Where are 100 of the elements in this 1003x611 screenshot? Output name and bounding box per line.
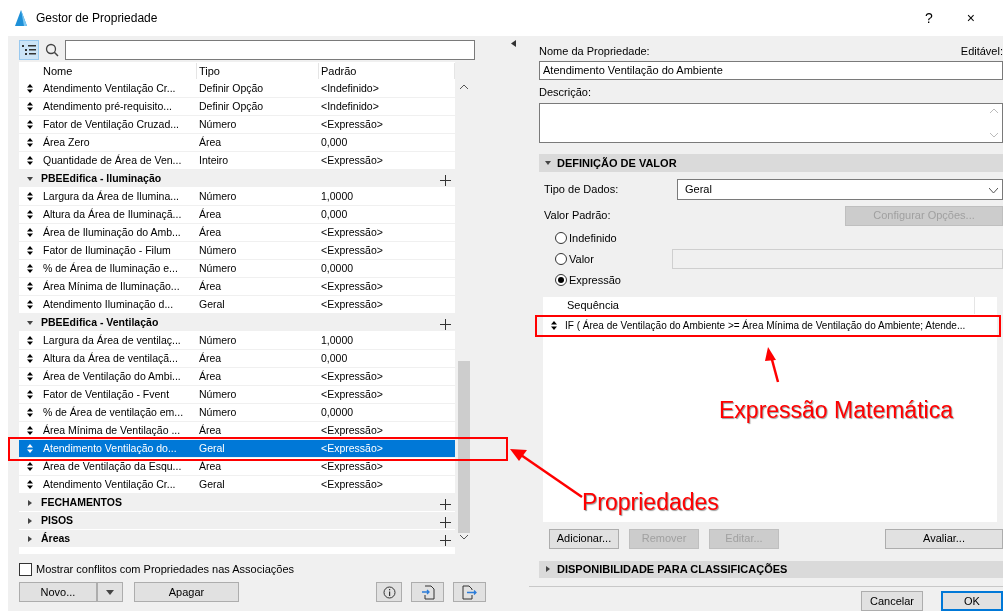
- property-name: Largura da Área de ventilaç...: [42, 332, 182, 348]
- property-type: Número: [198, 332, 238, 348]
- column-header[interactable]: Tipo: [197, 62, 319, 80]
- reorder-icon[interactable]: [27, 264, 33, 273]
- property-type: Área: [198, 422, 223, 438]
- sequence-row[interactable]: IF ( Área de Ventilação do Ambiente >= Área Mínima de Ventilação do Ambiente; Atende...: [543, 316, 997, 335]
- reorder-icon[interactable]: [27, 210, 33, 219]
- reorder-icon[interactable]: [27, 408, 33, 417]
- reorder-icon[interactable]: [27, 480, 33, 489]
- property-row[interactable]: Área de Iluminação do Amb... Área <Expressão>: [19, 224, 455, 242]
- property-row[interactable]: Fator de Iluminação - Filum Número <Expressão>: [19, 242, 455, 260]
- evaluate-button[interactable]: Avaliar...: [885, 528, 1003, 549]
- reorder-icon[interactable]: [27, 390, 33, 399]
- value-field[interactable]: [671, 249, 1003, 269]
- add-icon[interactable]: [439, 516, 451, 528]
- property-row[interactable]: Atendimento Ventilação do... Geral <Expressão>: [19, 440, 455, 458]
- property-row[interactable]: Área Mínima de Iluminação... Área <Expressão>: [19, 278, 455, 296]
- radio-button[interactable]: [555, 232, 567, 244]
- collapsed-icon[interactable]: [27, 499, 33, 506]
- reorder-icon[interactable]: [27, 372, 33, 381]
- property-default: <Expressão>: [320, 278, 384, 294]
- section-header[interactable]: DISPONIBILIDADE PARA CLASSIFICAÇÕES: [539, 560, 1003, 578]
- reorder-icon[interactable]: [27, 300, 33, 309]
- collapsed-icon[interactable]: [27, 517, 33, 524]
- dropdown-button[interactable]: [97, 582, 123, 602]
- reorder-icon[interactable]: [27, 426, 33, 435]
- reorder-icon[interactable]: [27, 138, 33, 147]
- export-icon[interactable]: [453, 582, 486, 602]
- radio-label: Expressão: [569, 272, 621, 288]
- property-row[interactable]: Largura da Área de ventilaç... Número 1,0000: [19, 332, 455, 350]
- reorder-icon[interactable]: [27, 156, 33, 165]
- add-button[interactable]: Adicionar...: [549, 528, 619, 549]
- property-row[interactable]: % de Área de ventilação em... Número 0,0000: [19, 404, 455, 422]
- reorder-icon[interactable]: [27, 228, 33, 237]
- collapsed-icon[interactable]: [545, 566, 551, 573]
- reorder-icon[interactable]: [27, 192, 33, 201]
- column-header[interactable]: Nome: [41, 62, 197, 80]
- close-button[interactable]: ×: [966, 7, 975, 29]
- property-row[interactable]: Altura da Área de Iluminaçã... Área 0,000: [19, 206, 455, 224]
- property-name: Atendimento Ventilação Cr...: [42, 80, 177, 96]
- property-row[interactable]: Atendimento pré-requisito... Definir Opção <Indefinido>: [19, 98, 455, 116]
- reorder-icon[interactable]: [27, 84, 33, 93]
- section-header[interactable]: DEFINIÇÃO DE VALOR: [539, 154, 1003, 172]
- scrollbar-thumb[interactable]: [458, 361, 470, 533]
- scroll-up-icon[interactable]: [460, 84, 468, 89]
- window-title: Gestor de Propriedade: [36, 10, 158, 27]
- checkbox[interactable]: [19, 562, 32, 576]
- radio-button[interactable]: [555, 253, 567, 265]
- property-type: Área: [198, 368, 223, 384]
- property-row[interactable]: Fator de Ventilação - Fvent Número <Expressão>: [19, 386, 455, 404]
- help-button[interactable]: ?: [925, 7, 933, 29]
- property-row[interactable]: Largura da Área de Ilumina... Número 1,0000: [19, 188, 455, 206]
- property-type: Número: [198, 386, 238, 402]
- reorder-icon[interactable]: [27, 462, 33, 471]
- add-icon[interactable]: [439, 174, 451, 186]
- delete-button[interactable]: Apagar: [134, 582, 239, 602]
- search-icon[interactable]: [45, 43, 59, 57]
- field-label: Nome da Propriedade:: [538, 44, 650, 60]
- property-row[interactable]: Altura da Área de ventilaçã... Área 0,000: [19, 350, 455, 368]
- property-type: Geral: [198, 476, 226, 492]
- property-name: Área de Ventilação da Esqu...: [42, 458, 183, 474]
- collapsed-icon[interactable]: [27, 535, 33, 542]
- cancel-button[interactable]: Cancelar: [861, 591, 923, 611]
- radio-button[interactable]: [555, 274, 567, 286]
- property-default: <Expressão>: [320, 152, 384, 168]
- scroll-down-icon[interactable]: [460, 535, 468, 540]
- add-icon[interactable]: [439, 318, 451, 330]
- property-type: Geral: [198, 296, 226, 312]
- property-row[interactable]: % de Área de Iluminação e... Número 0,0000: [19, 260, 455, 278]
- reorder-icon[interactable]: [27, 246, 33, 255]
- property-default: <Expressão>: [320, 422, 384, 438]
- reorder-icon[interactable]: [27, 282, 33, 291]
- add-icon[interactable]: [439, 534, 451, 546]
- add-icon[interactable]: [439, 498, 451, 510]
- property-row[interactable]: Fator de Ventilação Cruzad... Número <Expressão>: [19, 116, 455, 134]
- property-default: 0,000: [320, 350, 349, 366]
- expanded-icon[interactable]: [27, 319, 33, 326]
- search-field[interactable]: [65, 40, 475, 60]
- expanded-icon[interactable]: [545, 159, 551, 166]
- property-row[interactable]: Área de Ventilação do Ambi... Área <Expressão>: [19, 368, 455, 386]
- name-field[interactable]: Atendimento Ventilação do Ambiente: [539, 61, 1003, 80]
- reorder-icon[interactable]: [27, 336, 33, 345]
- reorder-icon[interactable]: [27, 102, 33, 111]
- property-row[interactable]: Atendimento Ventilação Cr... Definir Opção <Indefinido>: [19, 80, 455, 98]
- info-icon[interactable]: [376, 582, 402, 602]
- reorder-icon[interactable]: [551, 321, 557, 330]
- new-button[interactable]: Novo...: [19, 582, 97, 602]
- ok-button[interactable]: OK: [941, 591, 1003, 611]
- dropdown-icon[interactable]: [989, 187, 998, 193]
- collapse-icon[interactable]: [510, 40, 516, 47]
- expanded-icon[interactable]: [27, 175, 33, 182]
- data-type-dropdown[interactable]: Geral: [677, 179, 1003, 200]
- property-row[interactable]: Área Zero Área 0,000: [19, 134, 455, 152]
- property-type: Número: [198, 260, 238, 276]
- import-icon[interactable]: [411, 582, 444, 602]
- reorder-icon[interactable]: [27, 354, 33, 363]
- list-view-icon[interactable]: [19, 40, 39, 60]
- column-header: Sequência: [565, 297, 975, 314]
- reorder-icon[interactable]: [27, 120, 33, 129]
- property-row[interactable]: Área de Ventilação da Esqu... Área <Expressão>: [19, 458, 455, 476]
